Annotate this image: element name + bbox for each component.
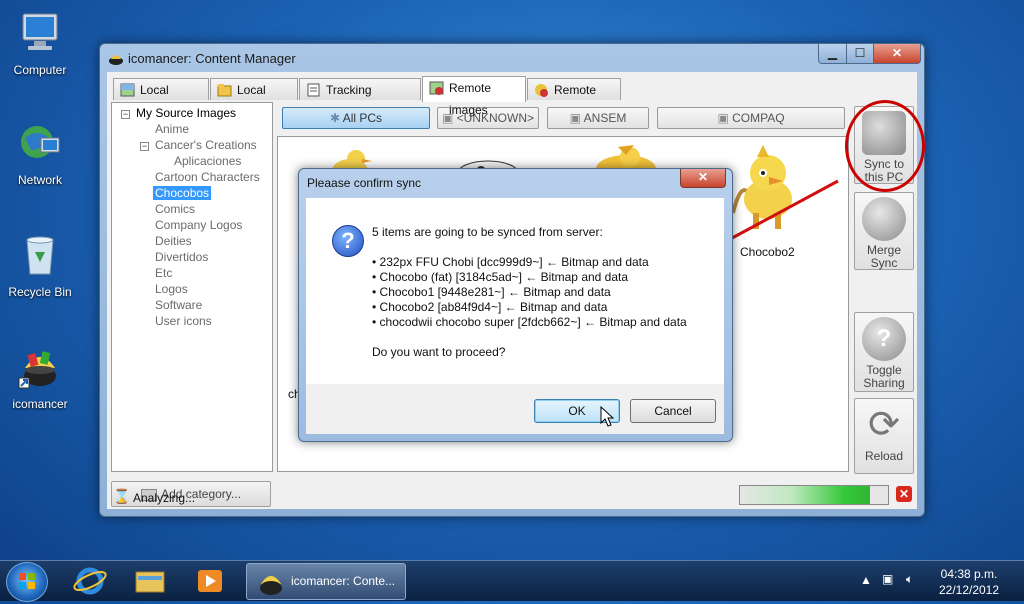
tree-item[interactable]: Divertidos (155, 250, 208, 264)
tree-item[interactable]: User icons (155, 314, 212, 328)
tab-remote-icons[interactable]: Remote Icons (527, 78, 621, 119)
reload-button[interactable]: ⟳ Reload (854, 398, 914, 474)
hourglass-icon: ⌛ (113, 488, 131, 504)
remote-image-icon (429, 81, 444, 95)
taskbar-pin-ie[interactable] (64, 564, 116, 598)
clock-date[interactable]: 22/12/2012 (934, 583, 1004, 597)
dialog-intro: 5 items are going to be synced from serv… (372, 225, 603, 239)
tree-item-root[interactable]: My Source Images (136, 106, 236, 120)
progress-bar (739, 485, 889, 505)
tree-item[interactable]: Cartoon Characters (155, 170, 260, 184)
desktop-icon-label: Network (17, 173, 62, 187)
sync-item: • 232px FFU Chobi [dcc999d9~] ← Bitmap a… (372, 255, 649, 269)
volume-icon[interactable]: 🔈︎ (906, 572, 913, 587)
maximize-button[interactable]: ☐ (846, 44, 874, 64)
category-tree[interactable]: − My Source Images Anime − Cancer's Crea… (111, 102, 273, 472)
annotation-circle (845, 100, 925, 192)
network-icon (21, 126, 60, 158)
desktop-icon-label: Recycle Bin (8, 285, 72, 299)
desktop-icon-recycle-bin[interactable]: Recycle Bin (0, 232, 80, 299)
toggle-sharing-button[interactable]: ? Toggle Sharing (854, 312, 914, 392)
internet-explorer-icon (73, 567, 107, 595)
desktop-icon-icomancer[interactable]: icomancer (0, 344, 80, 411)
media-player-icon (198, 570, 222, 592)
stop-button[interactable]: ✕ (896, 486, 912, 502)
tree-item[interactable]: Software (155, 298, 202, 312)
close-button[interactable]: ✕ (873, 44, 921, 64)
desktop-icon-computer[interactable]: Computer (0, 10, 80, 77)
tree-item[interactable]: Logos (155, 282, 188, 296)
progress-fill (740, 486, 871, 504)
tree-item[interactable]: Anime (155, 122, 189, 136)
tab-remote-images[interactable]: Remote images (422, 76, 526, 117)
mouse-cursor-icon (600, 406, 614, 427)
folder-icon (135, 571, 165, 593)
collapse-toggle[interactable]: − (121, 110, 130, 119)
recycle-bin-icon (26, 236, 54, 275)
merge-sync-button[interactable]: Merge Sync (854, 192, 914, 270)
all-pcs-icon: ✱ (329, 111, 343, 125)
show-hidden-icons[interactable]: ▲ (860, 573, 872, 587)
taskbar: icomancer: Conte... ▲ ▣ 🔈︎ 04:38 p.m. 22… (0, 560, 1024, 602)
pc-filter-ansem[interactable]: ▣ ANSEM (547, 107, 649, 129)
windows-logo-icon (19, 573, 35, 589)
tab-tracking-database[interactable]: Tracking Database (299, 78, 421, 119)
sync-item: • Chocobo1 [9448e281~] ← Bitmap and data (372, 285, 611, 299)
image-icon (120, 83, 135, 97)
dialog-question: Do you want to proceed? (372, 345, 506, 359)
tree-item[interactable]: Aplicaciones (174, 154, 241, 168)
desktop-icon-label: Computer (13, 63, 67, 77)
start-button[interactable] (6, 562, 48, 602)
confirm-sync-dialog: Pleaase confirm sync ✕ ? 5 items are goi… (298, 168, 733, 442)
desktop-icon-network[interactable]: Network (0, 120, 80, 187)
merge-arrows-icon (862, 197, 906, 241)
tree-item[interactable]: Cancer's Creations (155, 138, 257, 152)
status-text: Analyzing... (133, 491, 196, 505)
tree-item[interactable]: Etc (155, 266, 172, 280)
dialog-footer: OK Cancel (306, 384, 724, 434)
minimize-button[interactable]: ▁ (818, 44, 847, 64)
database-icon (307, 83, 320, 97)
computer-icon (22, 13, 58, 50)
sync-item: • Chocobo2 [ab84f9d4~] ← Bitmap and data (372, 300, 608, 314)
sync-item: • chocodwii chocobo super [2fdcb662~] ← … (372, 315, 687, 329)
desktop-icon-label: icomancer (12, 397, 68, 411)
pc-filter-compaq[interactable]: ▣ COMPAQ (657, 107, 845, 129)
tree-item-selected[interactable]: Chocobos (153, 186, 212, 200)
tab-local-icons[interactable]: Local icons (210, 78, 298, 119)
question-hand-icon: ? (862, 317, 906, 361)
taskbar-task-label: icomancer: Conte... (291, 574, 396, 588)
dialog-close-button[interactable]: ✕ (680, 169, 726, 188)
taskbar-pin-media-player[interactable] (184, 564, 236, 598)
reload-icon: ⟳ (868, 404, 900, 446)
folder-icon (217, 84, 232, 97)
dialog-body: ? 5 items are going to be synced from se… (306, 198, 724, 384)
tree-item[interactable]: Deities (155, 234, 192, 248)
remote-icons-icon (535, 84, 548, 97)
icomancer-icon (18, 351, 56, 389)
taskbar-pin-explorer[interactable] (124, 564, 176, 598)
clock-time[interactable]: 04:38 p.m. (934, 567, 1004, 581)
taskbar-task-icomancer[interactable]: icomancer: Conte... (246, 563, 406, 600)
tree-item[interactable]: Company Logos (155, 218, 242, 232)
app-icon (109, 55, 123, 65)
tree-item[interactable]: Comics (155, 202, 195, 216)
dialog-title: Pleaase confirm sync (307, 176, 422, 190)
window-title: icomancer: Content Manager (128, 51, 296, 66)
tab-local-images[interactable]: Local images (113, 78, 209, 119)
cancel-button[interactable]: Cancel (630, 399, 716, 423)
question-icon: ? (332, 225, 364, 257)
pc-filter-all[interactable]: ✱ All PCs (282, 107, 430, 129)
network-tray-icon[interactable]: ▣ (882, 572, 893, 586)
sync-item: • Chocobo (fat) [3184c5ad~] ← Bitmap and… (372, 270, 629, 284)
pc-icon: ▣ (569, 111, 584, 125)
icomancer-icon (260, 576, 282, 595)
pc-icon: ▣ (717, 111, 733, 125)
collapse-toggle[interactable]: − (140, 142, 149, 151)
